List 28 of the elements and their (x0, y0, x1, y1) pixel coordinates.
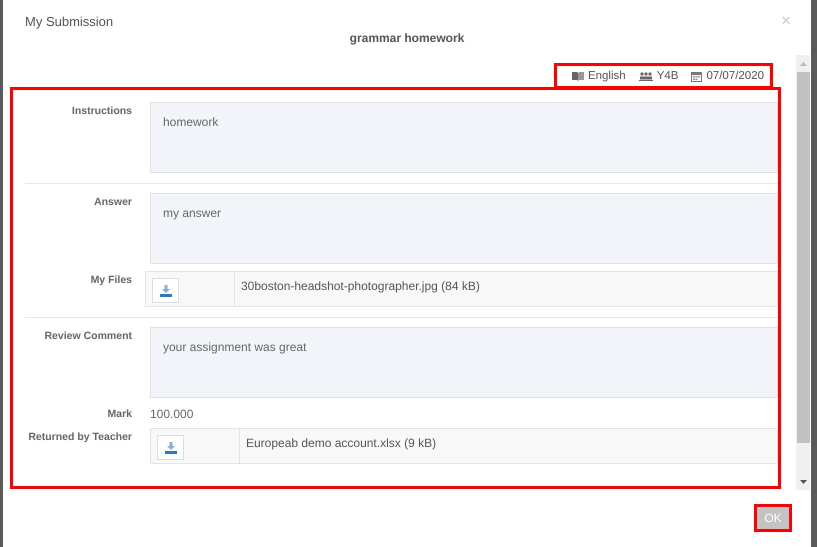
mark-value: 100.000 (150, 406, 194, 421)
people-icon (638, 71, 653, 81)
download-button[interactable] (152, 278, 179, 303)
field-label: Review Comment (43, 329, 132, 344)
calendar-icon (691, 70, 702, 82)
field-label: Instructions (70, 104, 132, 119)
meta-text: English (588, 70, 626, 82)
book-icon (572, 71, 584, 81)
meta-text: Y4B (656, 70, 678, 82)
scrollbar[interactable] (796, 55, 810, 490)
dialog-title: My Submission (25, 14, 114, 29)
file-name: Europeab demo account.xlsx (9 kB) (245, 435, 438, 452)
download-button[interactable] (157, 435, 184, 460)
text-area[interactable]: my answer (150, 193, 778, 264)
scroll-down-arrow-icon[interactable] (800, 480, 806, 484)
file-field[interactable]: Europeab demo account.xlsx (9 kB) (150, 428, 778, 464)
text-area[interactable]: your assignment was great (150, 327, 778, 398)
field-label: Returned by Teacher (27, 430, 132, 445)
field-label: Answer (93, 195, 132, 210)
text-area[interactable]: homework (150, 102, 778, 173)
field-label: Mark (106, 407, 132, 421)
download-icon (160, 284, 172, 296)
download-icon (164, 442, 176, 454)
file-field[interactable]: 30boston-headshot-photographer.jpg (84 kB) (145, 271, 778, 307)
meta-text: 07/07/2020 (706, 70, 764, 82)
field-label: My Files (90, 273, 132, 288)
assignment-title: grammar homework (348, 31, 466, 45)
file-name: 30boston-headshot-photographer.jpg (84 kB) (240, 278, 481, 295)
